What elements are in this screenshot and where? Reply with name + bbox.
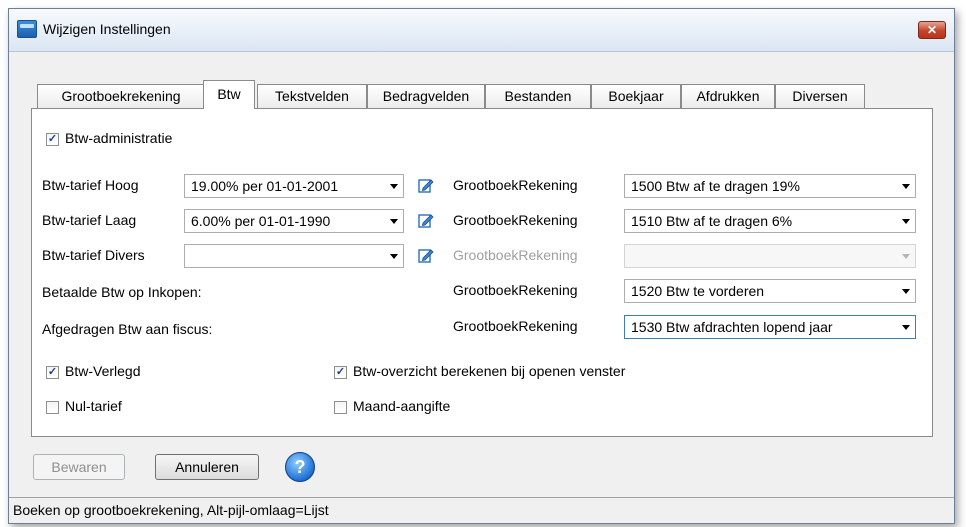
btw-administratie-label: Btw-administratie — [65, 130, 173, 146]
btw-administratie-checkbox[interactable]: ✓ — [46, 133, 59, 146]
btw-overzicht-checkbox[interactable]: ✓ — [334, 366, 347, 379]
tab-grootboekrekening[interactable]: Grootboekrekening — [37, 84, 205, 108]
gb-inkopen-value: 1520 Btw te vorderen — [631, 283, 765, 299]
btw-panel: ✓ Btw-administratie Btw-tarief Hoog 19.0… — [31, 108, 933, 437]
tab-boekjaar[interactable]: Boekjaar — [591, 84, 681, 108]
help-icon[interactable]: ? — [285, 452, 315, 482]
gb-fiscus-select[interactable]: 1530 Btw afdrachten lopend jaar — [624, 315, 916, 339]
status-text: Boeken op grootboekrekening, Alt-pijl-om… — [13, 502, 329, 518]
chevron-down-icon — [390, 254, 398, 259]
maand-aangifte-checkbox[interactable] — [334, 401, 347, 414]
betaalde-btw-label: Betaalde Btw op Inkopen: — [42, 284, 202, 300]
gb-hoog-value: 1500 Btw af te dragen 19% — [631, 178, 800, 194]
gb-laag-select[interactable]: 1510 Btw af te dragen 6% — [624, 209, 916, 233]
gb-divers-label: GrootboekRekening — [453, 247, 578, 263]
edit-icon[interactable] — [418, 212, 434, 228]
window-title: Wijzigen Instellingen — [43, 21, 171, 37]
nul-tarief-label: Nul-tarief — [65, 398, 122, 414]
settings-window: Wijzigen Instellingen ✕ Grootboekrekenin… — [8, 8, 955, 524]
edit-icon[interactable] — [418, 247, 434, 263]
tab-diversen[interactable]: Diversen — [775, 84, 865, 108]
gb-inkopen-label: GrootboekRekening — [453, 282, 578, 298]
gb-hoog-select[interactable]: 1500 Btw af te dragen 19% — [624, 174, 916, 198]
gb-fiscus-label: GrootboekRekening — [453, 318, 578, 334]
edit-icon[interactable] — [418, 177, 434, 193]
btw-tarief-laag-label: Btw-tarief Laag — [42, 212, 137, 228]
chevron-down-icon — [902, 325, 910, 330]
app-icon — [17, 20, 37, 38]
chevron-down-icon — [902, 289, 910, 294]
gb-hoog-label: GrootboekRekening — [453, 177, 578, 193]
gb-laag-value: 1510 Btw af te dragen 6% — [631, 213, 793, 229]
btw-tarief-laag-select[interactable]: 6.00% per 01-01-1990 — [184, 209, 404, 233]
dialog-content: Grootboekrekening Btw Tekstvelden Bedrag… — [9, 52, 954, 523]
btw-overzicht-label: Btw-overzicht berekenen bij openen venst… — [353, 363, 626, 379]
tab-btw[interactable]: Btw — [203, 80, 255, 109]
btw-verlegd-label: Btw-Verlegd — [65, 363, 141, 379]
annuleren-button[interactable]: Annuleren — [155, 454, 259, 480]
close-button[interactable]: ✕ — [918, 21, 946, 39]
tab-bestanden[interactable]: Bestanden — [485, 84, 591, 108]
nul-tarief-checkbox[interactable] — [46, 401, 59, 414]
gb-divers-select — [624, 244, 916, 268]
chevron-down-icon — [390, 219, 398, 224]
tab-tekstvelden[interactable]: Tekstvelden — [257, 84, 367, 108]
chevron-down-icon — [902, 184, 910, 189]
chevron-down-icon — [902, 219, 910, 224]
chevron-down-icon — [390, 184, 398, 189]
gb-fiscus-value: 1530 Btw afdrachten lopend jaar — [631, 319, 833, 335]
maand-aangifte-label: Maand-aangifte — [353, 398, 451, 414]
btw-tarief-hoog-select[interactable]: 19.00% per 01-01-2001 — [184, 174, 404, 198]
chevron-down-icon — [902, 254, 910, 259]
btw-tarief-divers-label: Btw-tarief Divers — [42, 247, 145, 263]
bewaren-button[interactable]: Bewaren — [33, 454, 125, 480]
title-bar: Wijzigen Instellingen ✕ — [9, 9, 954, 52]
btw-verlegd-checkbox[interactable]: ✓ — [46, 366, 59, 379]
btw-tarief-divers-select[interactable] — [184, 244, 404, 268]
btw-tarief-hoog-value: 19.00% per 01-01-2001 — [191, 178, 339, 194]
gb-laag-label: GrootboekRekening — [453, 212, 578, 228]
tab-afdrukken[interactable]: Afdrukken — [681, 84, 775, 108]
afgedragen-btw-label: Afgedragen Btw aan fiscus: — [42, 321, 213, 337]
btw-tarief-laag-value: 6.00% per 01-01-1990 — [191, 213, 331, 229]
btw-tarief-hoog-label: Btw-tarief Hoog — [42, 177, 139, 193]
gb-inkopen-select[interactable]: 1520 Btw te vorderen — [624, 279, 916, 303]
tab-bedragvelden[interactable]: Bedragvelden — [367, 84, 485, 108]
status-bar: Boeken op grootboekrekening, Alt-pijl-om… — [9, 497, 954, 523]
